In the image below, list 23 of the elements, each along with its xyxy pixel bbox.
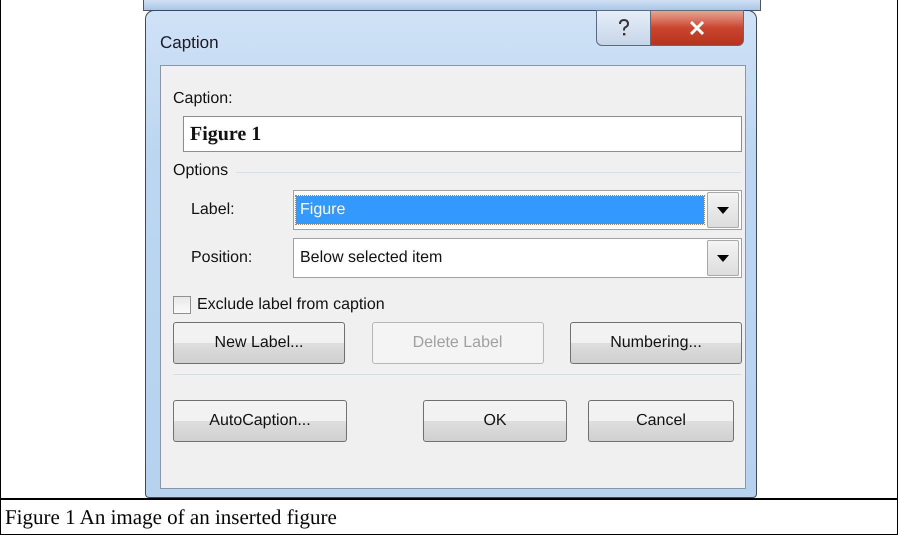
dialog-button[interactable]: OK [423,400,567,442]
window-title: Caption [160,33,219,53]
field-label: Label: [190,201,236,219]
close-button[interactable] [651,10,744,46]
dialog-button[interactable]: Cancel [588,400,734,442]
dialog-button[interactable]: AutoCaption... [173,400,347,442]
figure-caption: Figure 1 An image of an inserted figure [5,504,337,530]
dialog-button[interactable]: New Label... [173,322,345,364]
field-label: Position: [190,249,254,267]
close-icon [689,21,705,35]
checkbox[interactable] [173,296,191,314]
checkbox-label: Exclude label from caption [197,296,385,314]
help-button[interactable] [596,10,651,46]
dialog-button[interactable]: Numbering... [570,322,742,364]
dropdown-value: Below selected item [299,248,444,268]
dropdown-value: Figure [296,196,704,224]
help-icon [616,19,630,37]
field-label: Caption: [173,90,234,108]
dropdown[interactable]: Below selected item [293,238,742,278]
caret-icon [717,254,729,262]
group-heading: Options [173,162,228,180]
caret-icon [717,206,729,214]
caption-field[interactable]: Figure 1 [183,116,742,152]
